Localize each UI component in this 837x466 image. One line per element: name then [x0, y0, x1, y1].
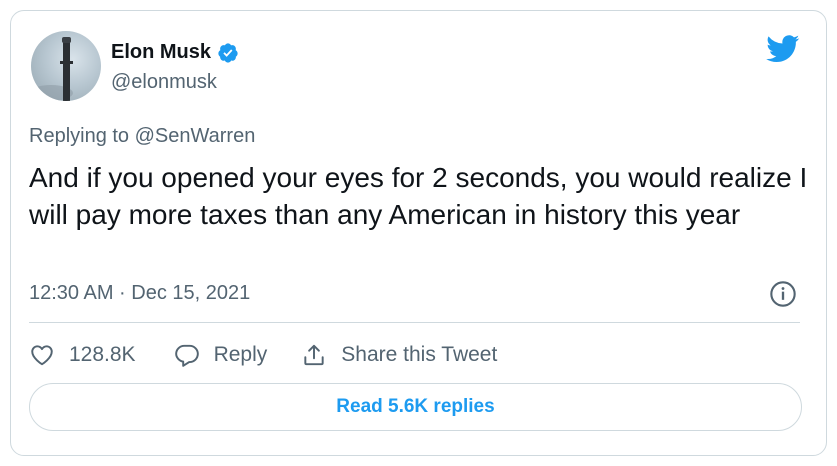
- reply-button[interactable]: Reply: [174, 342, 268, 368]
- author-handle[interactable]: @elonmusk: [111, 71, 217, 94]
- avatar-image: [31, 37, 73, 101]
- twitter-bird-icon[interactable]: [766, 35, 800, 63]
- verified-badge-icon: [218, 42, 238, 63]
- tweet-timestamp[interactable]: 12:30 AM · Dec 15, 2021: [29, 282, 250, 305]
- like-button[interactable]: 128.8K: [29, 342, 136, 368]
- divider: [29, 322, 800, 323]
- reply-bubble-icon: [174, 344, 199, 367]
- replying-to-mention[interactable]: @SenWarren: [135, 125, 256, 147]
- tweet-text: And if you opened your eyes for 2 second…: [29, 162, 808, 230]
- author-name[interactable]: Elon Musk: [111, 41, 211, 64]
- heart-icon: [31, 345, 53, 366]
- read-replies-button[interactable]: Read 5.6K replies: [29, 383, 802, 431]
- replying-to-prefix: Replying to: [29, 125, 130, 147]
- info-icon[interactable]: [769, 280, 797, 308]
- share-button[interactable]: Share this Tweet: [301, 342, 497, 368]
- tweet-card: Elon Musk @elonmusk Replying to @SenWarr…: [10, 10, 827, 456]
- share-icon: [304, 344, 324, 366]
- avatar[interactable]: [31, 31, 101, 101]
- like-count: 128.8K: [69, 343, 136, 366]
- share-label: Share this Tweet: [341, 343, 498, 366]
- author-name-row: Elon Musk: [111, 41, 239, 64]
- reply-label: Reply: [213, 343, 268, 366]
- replying-to: Replying to @SenWarren: [29, 125, 255, 148]
- action-bar: 128.8K Reply Share this Tweet: [29, 339, 497, 371]
